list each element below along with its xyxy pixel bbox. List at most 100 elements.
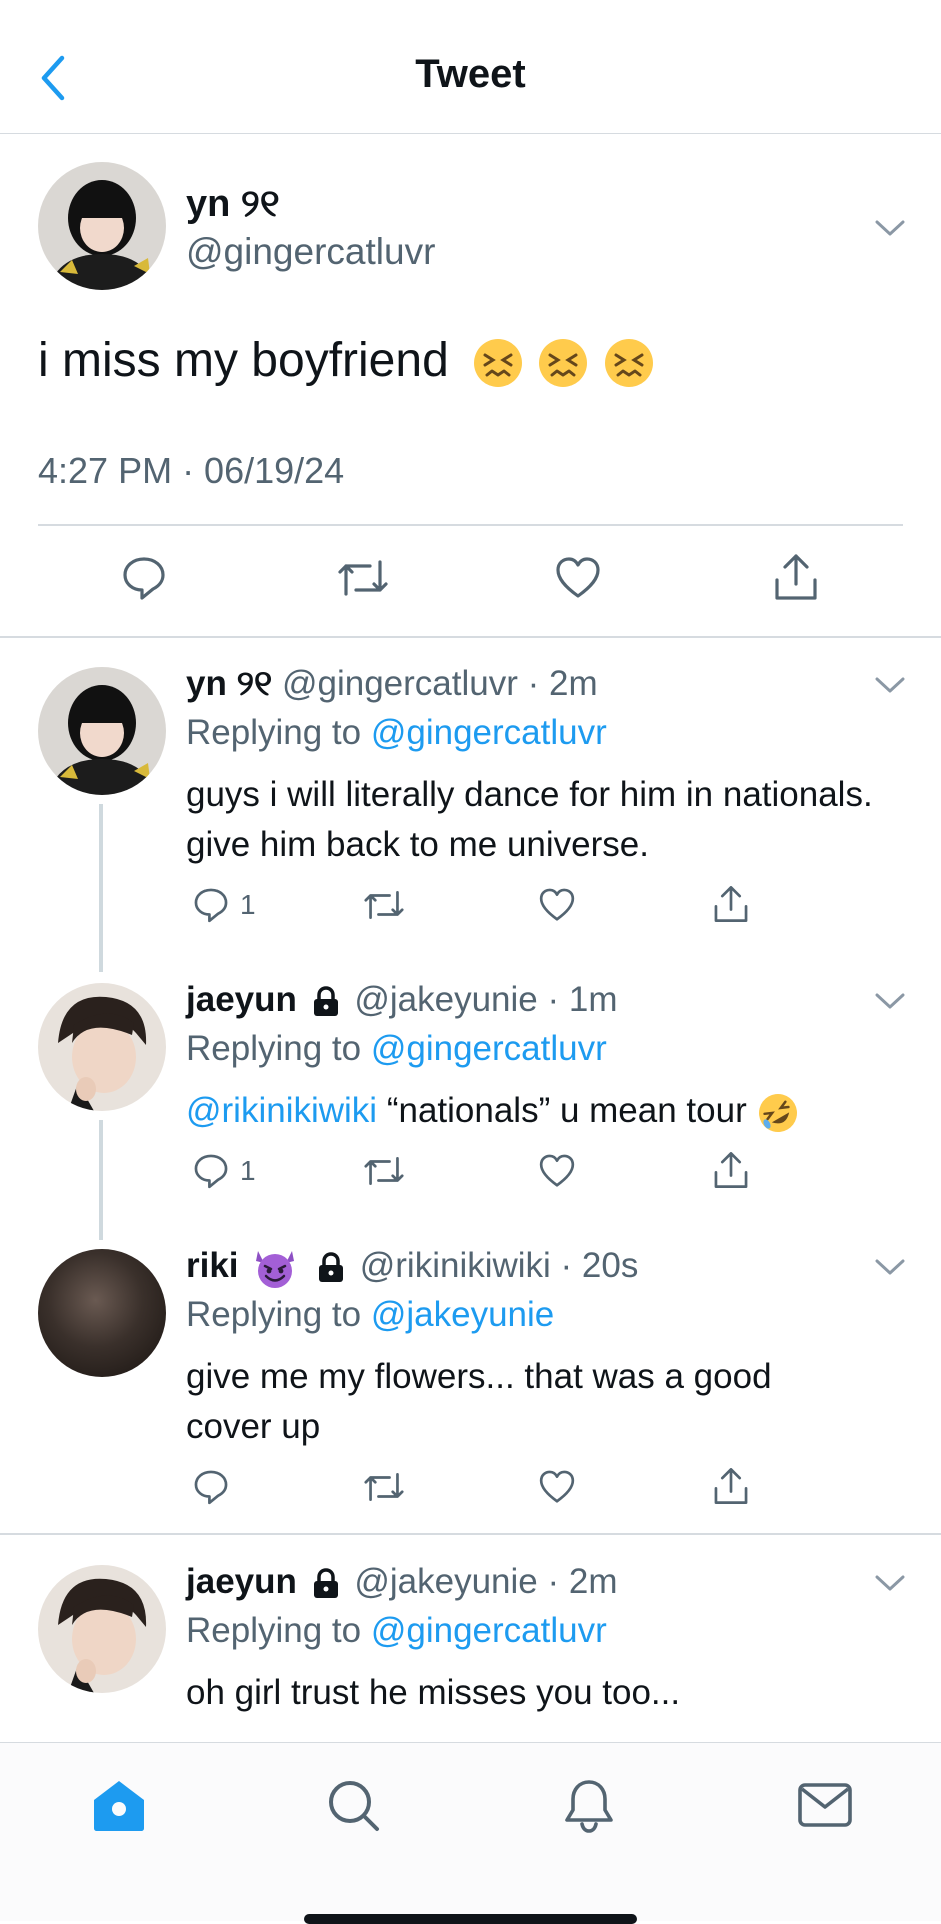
display-name[interactable]: yn ୨୧ bbox=[186, 183, 280, 226]
more-options-button[interactable] bbox=[870, 1252, 910, 1282]
display-name[interactable]: jaeyun bbox=[186, 980, 297, 1019]
reply-icon bbox=[194, 1470, 228, 1505]
chevron-down-icon bbox=[875, 220, 905, 236]
chevron-down-icon bbox=[875, 993, 905, 1009]
page-title: Tweet bbox=[415, 52, 526, 96]
mention-link[interactable]: @gingercatluvr bbox=[371, 1611, 607, 1650]
tab-notifications[interactable] bbox=[554, 1770, 624, 1840]
avatar[interactable] bbox=[38, 667, 166, 795]
replying-to: Replying to @gingercatluvr bbox=[186, 1611, 607, 1651]
confounded-face-emoji bbox=[472, 334, 537, 388]
retweet-button[interactable] bbox=[336, 554, 390, 602]
reply-count: 1 bbox=[240, 889, 256, 920]
tab-search[interactable] bbox=[318, 1770, 388, 1840]
avatar[interactable] bbox=[38, 983, 166, 1111]
lock-icon bbox=[313, 985, 338, 1016]
heart-icon bbox=[539, 1154, 575, 1187]
thread-connector bbox=[99, 804, 103, 972]
avatar-image bbox=[38, 162, 166, 290]
retweet-button[interactable] bbox=[362, 1468, 406, 1506]
mention-link[interactable]: @rikinikiwiki bbox=[186, 1091, 377, 1130]
home-indicator bbox=[304, 1914, 637, 1924]
like-button[interactable] bbox=[538, 1152, 576, 1190]
avatar-image bbox=[38, 983, 166, 1111]
replying-to: Replying to @gingercatluvr bbox=[186, 1029, 607, 1069]
chevron-down-icon bbox=[875, 1259, 905, 1275]
confounded-face-emoji bbox=[603, 334, 655, 388]
reply-header: riki @rikinikiwiki · 20s bbox=[186, 1246, 638, 1289]
handle-time[interactable]: @jakeyunie · 1m bbox=[354, 980, 617, 1019]
retweet-button[interactable] bbox=[362, 1152, 406, 1190]
handle-time[interactable]: @jakeyunie · 2m bbox=[354, 1562, 617, 1601]
mention-link[interactable]: @gingercatluvr bbox=[371, 713, 607, 752]
reply-icon bbox=[194, 1154, 228, 1189]
share-icon bbox=[775, 554, 817, 600]
reply-button[interactable] bbox=[120, 554, 168, 602]
avatar[interactable] bbox=[38, 1565, 166, 1693]
mention-link[interactable]: @gingercatluvr bbox=[371, 1029, 607, 1068]
handle[interactable]: @gingercatluvr bbox=[186, 231, 435, 273]
share-icon bbox=[714, 886, 748, 922]
divider bbox=[38, 524, 903, 526]
more-options-button[interactable] bbox=[870, 670, 910, 700]
reply-text: @rikinikiwiki “nationals” u mean tour bbox=[186, 1086, 906, 1136]
tweet-text-content: i miss my boyfriend bbox=[38, 334, 449, 387]
handle-time[interactable]: @rikinikiwiki · 20s bbox=[360, 1246, 639, 1285]
reply-header: jaeyun @jakeyunie · 2m bbox=[186, 1562, 618, 1602]
heart-icon bbox=[539, 888, 575, 921]
avatar-image bbox=[38, 667, 166, 795]
display-name[interactable]: jaeyun bbox=[186, 1562, 297, 1601]
home-icon bbox=[94, 1781, 144, 1831]
heart-icon bbox=[539, 1470, 575, 1503]
mail-icon bbox=[798, 1783, 852, 1827]
display-name[interactable]: yn ୨୧ bbox=[186, 664, 272, 703]
reply-button[interactable]: 1 bbox=[192, 886, 256, 924]
display-name[interactable]: riki bbox=[186, 1246, 239, 1285]
like-button[interactable] bbox=[538, 1468, 576, 1506]
handle-time[interactable]: @gingercatluvr · 2m bbox=[282, 664, 598, 703]
retweet-icon bbox=[364, 1156, 404, 1186]
more-options-button[interactable] bbox=[870, 986, 910, 1016]
share-icon bbox=[714, 1152, 748, 1188]
avatar[interactable] bbox=[38, 162, 166, 290]
replying-to: Replying to @gingercatluvr bbox=[186, 713, 607, 753]
more-options-button[interactable] bbox=[870, 1568, 910, 1598]
tab-home[interactable] bbox=[84, 1770, 154, 1840]
share-button[interactable] bbox=[772, 552, 820, 602]
replying-prefix: Replying to bbox=[186, 1029, 362, 1068]
lock-icon bbox=[319, 1251, 344, 1282]
smiling-devil-emoji bbox=[256, 1250, 295, 1288]
divider bbox=[0, 636, 941, 638]
replying-prefix: Replying to bbox=[186, 713, 362, 752]
avatar[interactable] bbox=[38, 1249, 166, 1377]
confounded-face-emoji bbox=[537, 334, 602, 388]
chevron-down-icon bbox=[875, 677, 905, 693]
share-icon bbox=[714, 1468, 748, 1504]
reply-header: jaeyun @jakeyunie · 1m bbox=[186, 980, 618, 1020]
reply-icon bbox=[194, 888, 228, 923]
reply-button[interactable]: 1 bbox=[192, 1152, 256, 1190]
retweet-icon bbox=[338, 560, 388, 596]
avatar-image bbox=[38, 1565, 166, 1693]
retweet-icon bbox=[364, 1472, 404, 1502]
reply-text: guys i will literally dance for him in n… bbox=[186, 775, 873, 864]
replying-prefix: Replying to bbox=[186, 1611, 362, 1650]
retweet-button[interactable] bbox=[362, 886, 406, 924]
mention-link[interactable]: @jakeyunie bbox=[371, 1295, 554, 1334]
reply-button[interactable] bbox=[192, 1468, 230, 1506]
share-button[interactable] bbox=[712, 1150, 750, 1190]
reply-text: oh girl trust he misses you too... bbox=[186, 1673, 681, 1712]
reply-icon bbox=[123, 557, 165, 600]
more-options-button[interactable] bbox=[870, 213, 910, 243]
like-button[interactable] bbox=[554, 554, 602, 602]
like-button[interactable] bbox=[538, 886, 576, 924]
lock-icon bbox=[313, 1567, 338, 1598]
replying-to: Replying to @jakeyunie bbox=[186, 1295, 554, 1335]
reply-count: 1 bbox=[240, 1155, 256, 1186]
reply-text: give me my flowers... that was a good co… bbox=[186, 1357, 772, 1446]
chevron-down-icon bbox=[875, 1575, 905, 1591]
share-button[interactable] bbox=[712, 884, 750, 924]
tab-messages[interactable] bbox=[790, 1770, 860, 1840]
heart-icon bbox=[556, 557, 600, 598]
share-button[interactable] bbox=[712, 1466, 750, 1506]
